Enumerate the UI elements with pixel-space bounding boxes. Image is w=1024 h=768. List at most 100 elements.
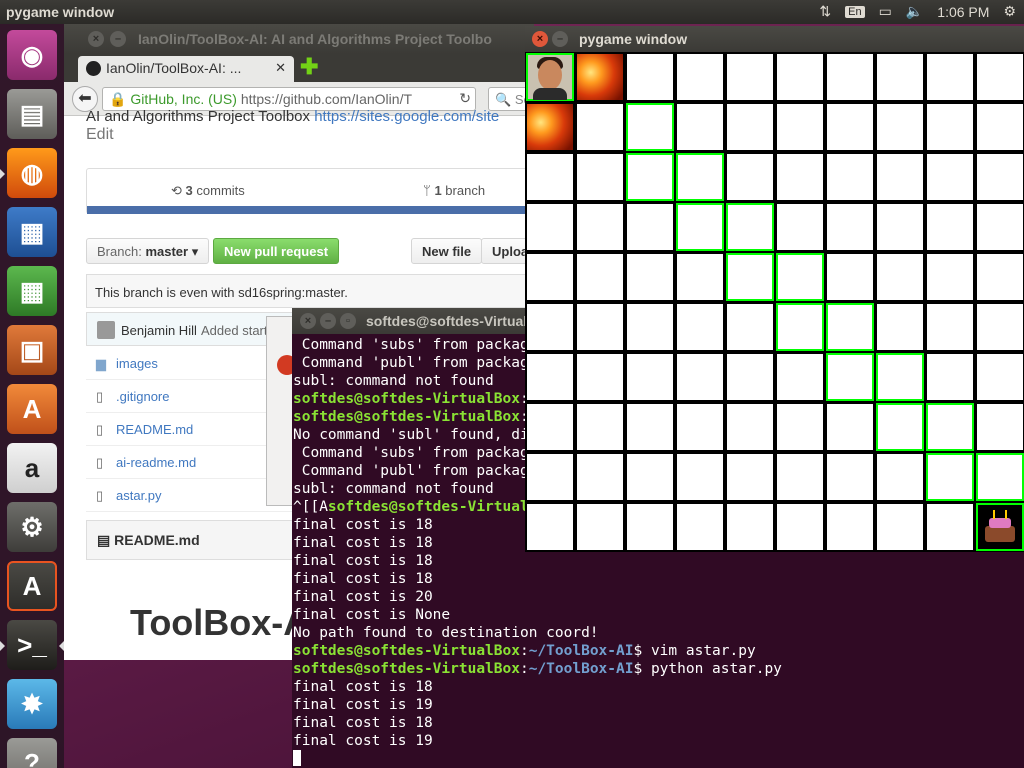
path-cell[interactable] <box>826 303 874 351</box>
grid-cell[interactable] <box>627 454 673 500</box>
grid-cell[interactable] <box>577 404 623 450</box>
volume-icon[interactable]: 🔈 <box>906 3 923 20</box>
path-cell[interactable] <box>676 203 724 251</box>
close-icon[interactable]: × <box>300 313 316 329</box>
keyboard-layout-indicator[interactable]: En <box>845 5 865 18</box>
path-cell[interactable] <box>876 403 924 451</box>
grid-cell[interactable] <box>577 204 623 250</box>
grid-cell[interactable] <box>577 154 623 200</box>
grid-cell[interactable] <box>977 54 1023 100</box>
maximize-icon[interactable]: ▫ <box>340 313 356 329</box>
grid-cell[interactable] <box>727 404 773 450</box>
system-settings-icon[interactable]: ⚙ <box>7 502 57 552</box>
grid-cell[interactable] <box>777 404 823 450</box>
grid-cell[interactable] <box>627 254 673 300</box>
grid-cell[interactable] <box>727 304 773 350</box>
grid-cell[interactable] <box>627 354 673 400</box>
grid-cell[interactable] <box>927 304 973 350</box>
grid-cell[interactable] <box>577 104 623 150</box>
calc-icon[interactable]: ▦ <box>7 266 57 316</box>
grid-cell[interactable] <box>727 154 773 200</box>
file-name[interactable]: .gitignore <box>116 389 169 404</box>
grid-cell[interactable] <box>877 54 923 100</box>
file-name[interactable]: astar.py <box>116 488 162 503</box>
writer-icon[interactable]: ▦ <box>7 207 57 257</box>
close-icon[interactable]: × <box>88 31 104 47</box>
terminal-icon[interactable]: >_ <box>7 620 57 670</box>
grid-cell[interactable] <box>527 404 573 450</box>
grid-cell[interactable] <box>977 354 1023 400</box>
grid-cell[interactable] <box>977 104 1023 150</box>
repo-website-link[interactable]: https://sites.google.com/site <box>314 108 499 125</box>
grid-cell[interactable] <box>627 304 673 350</box>
commit-message[interactable]: Added start <box>201 323 268 338</box>
grid-cell[interactable] <box>977 254 1023 300</box>
grid-cell[interactable] <box>777 354 823 400</box>
grid-cell[interactable] <box>977 404 1023 450</box>
grid-cell[interactable] <box>777 454 823 500</box>
grid-cell[interactable] <box>677 54 723 100</box>
grid-cell[interactable] <box>677 304 723 350</box>
grid-cell[interactable] <box>727 454 773 500</box>
grid-cell[interactable] <box>927 104 973 150</box>
commits-stat[interactable]: ⟲ 3 commits <box>171 183 245 199</box>
file-name[interactable]: images <box>116 356 158 371</box>
grid-cell[interactable] <box>577 454 623 500</box>
grid-cell[interactable] <box>927 254 973 300</box>
lava-cell[interactable] <box>527 104 573 150</box>
grid-cell[interactable] <box>627 54 673 100</box>
path-cell[interactable] <box>926 403 974 451</box>
grid-cell[interactable] <box>927 354 973 400</box>
committer-name[interactable]: Benjamin Hill <box>121 323 197 338</box>
new-tab-icon[interactable]: ✚ <box>300 54 318 80</box>
path-cell[interactable] <box>726 253 774 301</box>
grid-cell[interactable] <box>677 504 723 550</box>
grid-cell[interactable] <box>527 204 573 250</box>
ubuntu-dash-icon[interactable]: ◉ <box>7 30 57 80</box>
grid-cell[interactable] <box>827 54 873 100</box>
grid-cell[interactable] <box>977 154 1023 200</box>
grid-cell[interactable] <box>627 204 673 250</box>
path-cell[interactable] <box>976 453 1024 501</box>
grid-cell[interactable] <box>527 504 573 550</box>
grid-cell[interactable] <box>677 104 723 150</box>
minimize-icon[interactable]: – <box>552 31 568 47</box>
grid-cell[interactable] <box>727 354 773 400</box>
grid-cell[interactable] <box>827 204 873 250</box>
path-cell[interactable] <box>626 153 674 201</box>
impress-icon[interactable]: ▣ <box>7 325 57 375</box>
grid-cell[interactable] <box>577 304 623 350</box>
clock[interactable]: 1:06 PM <box>937 4 989 20</box>
grid-cell[interactable] <box>777 154 823 200</box>
new-pull-request-button[interactable]: New pull request <box>213 238 340 264</box>
grid-cell[interactable] <box>827 454 873 500</box>
grid-cell[interactable] <box>627 404 673 450</box>
goal-cake-cell[interactable] <box>976 503 1024 551</box>
minimize-icon[interactable]: – <box>320 313 336 329</box>
file-name[interactable]: README.md <box>116 422 193 437</box>
path-cell[interactable] <box>776 303 824 351</box>
grid-cell[interactable] <box>527 304 573 350</box>
network-icon[interactable]: ⇅ <box>819 3 831 20</box>
grid-cell[interactable] <box>527 154 573 200</box>
grid-cell[interactable] <box>527 454 573 500</box>
grid-cell[interactable] <box>877 204 923 250</box>
grid-cell[interactable] <box>827 154 873 200</box>
astar-grid[interactable] <box>525 52 1024 552</box>
grid-cell[interactable] <box>677 404 723 450</box>
grid-cell[interactable] <box>927 504 973 550</box>
grid-cell[interactable] <box>927 154 973 200</box>
grid-cell[interactable] <box>677 254 723 300</box>
grid-cell[interactable] <box>727 54 773 100</box>
grid-cell[interactable] <box>977 304 1023 350</box>
new-file-button[interactable]: New file <box>411 238 483 264</box>
firefox-icon[interactable]: ◍ <box>7 148 57 198</box>
branch-select-button[interactable]: Branch: master ▾ <box>86 238 210 264</box>
grid-cell[interactable] <box>827 104 873 150</box>
software-center-icon[interactable]: A <box>7 384 57 434</box>
path-cell[interactable] <box>826 353 874 401</box>
file-name[interactable]: ai-readme.md <box>116 455 196 470</box>
grid-cell[interactable] <box>777 204 823 250</box>
close-icon[interactable]: × <box>532 31 548 47</box>
grid-cell[interactable] <box>827 254 873 300</box>
